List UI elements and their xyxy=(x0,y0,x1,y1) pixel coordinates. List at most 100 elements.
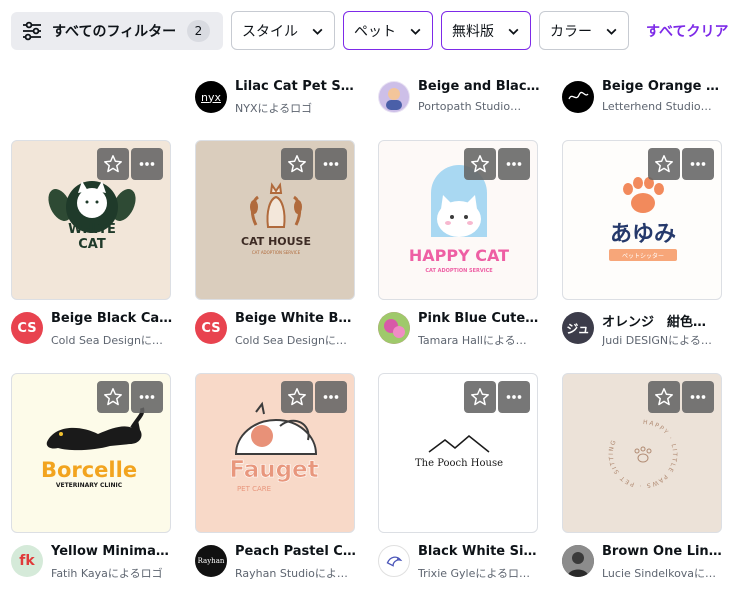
more-horizontal-icon xyxy=(139,395,155,399)
template-thumbnail[interactable]: CAT HOUSE CAT ADOPTION SERVICE xyxy=(195,140,355,300)
template-title[interactable]: Lilac Cat Pet Sh… xyxy=(235,79,357,94)
more-options-button[interactable] xyxy=(498,381,530,413)
template-author[interactable]: Cold Sea Designに… xyxy=(235,332,357,348)
template-title[interactable]: Black White Si… xyxy=(418,544,540,559)
style-dropdown-label: スタイル xyxy=(242,23,298,40)
template-author[interactable]: Fatih Kayaによるロゴ xyxy=(51,565,173,581)
author-avatar[interactable]: ジュ xyxy=(562,312,594,344)
author-avatar[interactable] xyxy=(562,81,594,113)
more-options-button[interactable] xyxy=(315,148,347,180)
more-options-button[interactable] xyxy=(131,148,163,180)
artwork-text: CAT HOUSE xyxy=(241,235,311,248)
template-author[interactable]: Lucie Sindelkovaに… xyxy=(602,565,724,581)
favorite-button[interactable] xyxy=(464,381,496,413)
template-thumbnail[interactable]: The Pooch House xyxy=(378,373,538,533)
template-thumbnail[interactable]: WHITE CAT xyxy=(11,140,171,300)
author-avatar[interactable] xyxy=(378,545,410,577)
favorite-button[interactable] xyxy=(97,381,129,413)
more-options-button[interactable] xyxy=(498,148,530,180)
favorite-button[interactable] xyxy=(648,381,680,413)
artwork-text: Borcelle xyxy=(41,458,137,482)
favorite-button[interactable] xyxy=(97,148,129,180)
author-avatar[interactable]: nyx xyxy=(195,81,227,113)
more-options-button[interactable] xyxy=(315,381,347,413)
template-thumbnail[interactable]: HAPPY CAT CAT ADOPTION SERVICE xyxy=(378,140,538,300)
more-horizontal-icon xyxy=(323,162,339,166)
star-icon xyxy=(471,388,489,406)
favorite-button[interactable] xyxy=(464,148,496,180)
template-author[interactable]: Trixie Gyleによるロ… xyxy=(418,565,540,581)
artwork-text: PET CARE xyxy=(237,485,271,493)
author-avatar[interactable]: Rayhan xyxy=(195,545,227,577)
color-dropdown[interactable]: カラー xyxy=(539,11,629,50)
chevron-down-icon xyxy=(410,28,421,35)
pet-dropdown[interactable]: ペット xyxy=(343,11,433,50)
free-dropdown-label: 無料版 xyxy=(452,23,494,40)
author-avatar[interactable]: CS xyxy=(11,312,43,344)
template-title[interactable]: Brown One Line… xyxy=(602,544,724,559)
artwork-text: CAT ADOPTION SERVICE xyxy=(252,250,301,255)
more-horizontal-icon xyxy=(690,395,706,399)
artwork-text: HAPPY CAT xyxy=(409,246,509,265)
pet-dropdown-label: ペット xyxy=(354,23,396,40)
more-options-button[interactable] xyxy=(682,381,714,413)
author-avatar[interactable] xyxy=(378,312,410,344)
star-icon xyxy=(288,388,306,406)
template-thumbnail[interactable]: Fauget PET CARE xyxy=(195,373,355,533)
free-dropdown[interactable]: 無料版 xyxy=(441,11,531,50)
template-thumbnail[interactable]: Borcelle VETERINARY CLINIC xyxy=(11,373,171,533)
template-title[interactable]: Beige White Bro… xyxy=(235,311,357,326)
star-icon xyxy=(104,155,122,173)
style-dropdown[interactable]: スタイル xyxy=(231,11,335,50)
filter-count-badge: 2 xyxy=(187,20,210,42)
more-horizontal-icon xyxy=(506,162,522,166)
all-filters-button[interactable]: すべてのフィルター 2 xyxy=(11,12,223,50)
author-avatar[interactable] xyxy=(378,81,410,113)
template-title[interactable]: Beige Black Cat … xyxy=(51,311,173,326)
template-author[interactable]: Cold Sea Designに… xyxy=(51,332,173,348)
all-filters-label: すべてのフィルター xyxy=(52,24,177,40)
star-icon xyxy=(104,388,122,406)
author-avatar[interactable]: fk xyxy=(11,545,43,577)
more-options-button[interactable] xyxy=(131,381,163,413)
template-title[interactable]: Peach Pastel Cu… xyxy=(235,544,357,559)
chevron-down-icon xyxy=(606,28,617,35)
filter-sliders-icon xyxy=(23,21,41,41)
favorite-button[interactable] xyxy=(648,148,680,180)
template-title[interactable]: Beige Orange C… xyxy=(602,79,724,94)
star-icon xyxy=(288,155,306,173)
template-thumbnail[interactable]: HAPPY · LITTLE PAWS · PET SITTING xyxy=(562,373,722,533)
artwork-text: ペットシッター xyxy=(622,252,664,260)
template-title[interactable]: Pink Blue Cute I… xyxy=(418,311,540,326)
favorite-button[interactable] xyxy=(281,148,313,180)
illustrated-avatar-icon xyxy=(379,82,409,112)
artwork-text: WHITE xyxy=(68,222,116,237)
more-options-button[interactable] xyxy=(682,148,714,180)
bird-logo-icon xyxy=(386,556,403,567)
template-title[interactable]: Yellow Minimali… xyxy=(51,544,173,559)
more-horizontal-icon xyxy=(323,395,339,399)
chevron-down-icon xyxy=(312,28,323,35)
author-avatar[interactable]: CS xyxy=(195,312,227,344)
author-avatar[interactable] xyxy=(562,545,594,577)
template-author[interactable]: Tamara Hallによる… xyxy=(418,332,540,348)
template-author[interactable]: NYXによるロゴ xyxy=(235,100,357,116)
artwork-text: VETERINARY CLINIC xyxy=(56,482,123,489)
star-icon xyxy=(655,388,673,406)
template-title[interactable]: Beige and Black… xyxy=(418,79,540,94)
template-author[interactable]: Judi DESIGNによる… xyxy=(602,332,724,348)
template-author[interactable]: Letterhend Studio… xyxy=(602,100,724,113)
template-author[interactable]: Rayhan Studioによ… xyxy=(235,565,357,581)
favorite-button[interactable] xyxy=(281,381,313,413)
template-thumbnail[interactable]: あゆみ ペットシッター xyxy=(562,140,722,300)
star-icon xyxy=(655,155,673,173)
script-logo-icon xyxy=(568,91,589,100)
template-title[interactable]: オレンジ 紺色… xyxy=(602,311,724,330)
template-author[interactable]: Portopath Studio… xyxy=(418,100,540,113)
photo-avatar-icon xyxy=(378,312,410,344)
clear-all-link[interactable]: すべてクリア xyxy=(646,21,728,41)
artwork-text: CAT ADOPTION SERVICE xyxy=(425,268,493,274)
more-horizontal-icon xyxy=(690,162,706,166)
photo-avatar-icon xyxy=(562,545,594,577)
filter-bar: すべてのフィルター 2 スタイル ペット 無料版 カラー すべてクリア xyxy=(0,0,750,62)
